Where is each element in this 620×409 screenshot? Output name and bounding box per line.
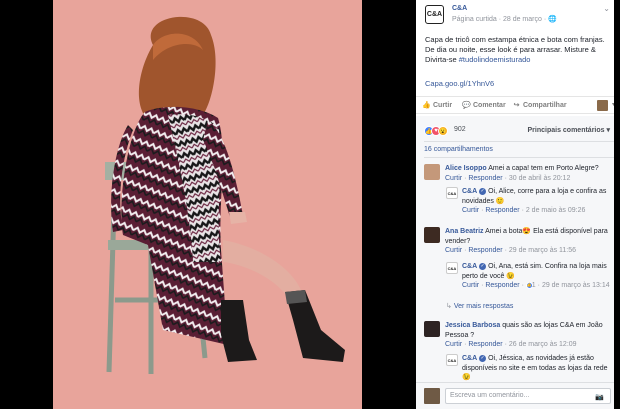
commenter-name[interactable]: C&A [462, 188, 477, 195]
comment-button[interactable]: 💬 Comentar [462, 101, 506, 109]
like-label: Curtir [433, 102, 453, 109]
reply: C&A ✓ Oi, Alice, corre para a loja e con… [462, 187, 607, 214]
scrollbar[interactable] [614, 0, 620, 409]
reaction-count[interactable]: 902 [454, 126, 466, 133]
post-panel: C&A C&A Página curtida · 28 de março · 🌐… [416, 0, 620, 409]
post-header: C&A C&A Página curtida · 28 de março · 🌐… [416, 0, 620, 28]
verified-icon: ✓ [479, 187, 487, 195]
reactions[interactable]: 👍 ♥ 😮 [424, 125, 448, 137]
fashion-photo-illustration [105, 16, 345, 374]
like-button[interactable]: 👍 Curtir [422, 101, 452, 109]
shares-count[interactable]: 16 compartilhamentos [424, 146, 493, 153]
chevron-down-icon[interactable]: ⌄ [603, 4, 610, 13]
viewer-stage: C&A C&A Página curtida · 28 de março · 🌐… [0, 0, 620, 409]
page-avatar[interactable]: C&A [446, 187, 458, 199]
reply: C&A ✓ Oi, Ana, está sim. Confira na loja… [462, 262, 610, 289]
commenter-name[interactable]: Jessica Barbosa [445, 322, 500, 329]
user-avatar [424, 388, 440, 404]
more-replies-label[interactable]: Ver mais respostas [454, 303, 514, 310]
reply: C&A ✓ Oi, Jéssica, as novidades já estão… [462, 354, 614, 383]
wow-reaction-icon: 😮 [438, 126, 448, 136]
post-photo[interactable] [53, 0, 362, 409]
share-label: Compartilhar [523, 102, 567, 109]
comment-label: Comentar [473, 102, 506, 109]
avatar[interactable] [424, 321, 440, 337]
hair [138, 16, 216, 121]
divider [424, 157, 614, 158]
comment: Jessica Barbosa quais são as lojas C&A e… [445, 322, 603, 348]
comment-like-link[interactable]: Curtir [445, 175, 462, 182]
comment-like-link[interactable]: Curtir [445, 341, 462, 348]
comment-time[interactable]: 29 de março às 13:14 [542, 282, 610, 289]
comment-like-link[interactable]: Curtir [462, 207, 479, 214]
divider [424, 141, 614, 142]
post-hashtag[interactable]: #tudolindoemisturado [459, 55, 531, 64]
commenter-name[interactable]: C&A [462, 355, 477, 362]
share-icon: ↪ [513, 102, 520, 109]
comment-placeholder: Escreva um comentário... [450, 392, 530, 399]
comment-time[interactable]: 30 de abril às 20:12 [509, 175, 571, 182]
comment-likes[interactable]: 1 [532, 282, 536, 289]
verified-icon: ✓ [479, 354, 487, 362]
thumbs-up-icon: 👍 [422, 102, 431, 109]
actor-avatar[interactable] [597, 100, 608, 111]
commenter-name[interactable]: Alice Isoppo [445, 165, 487, 172]
comment-time[interactable]: 2 de maio às 09:26 [526, 207, 586, 214]
comment-input[interactable]: Escreva um comentário... 📷 [445, 388, 611, 404]
action-bar: 👍Curtir 💬Comentar ↪Compartilhar ▾ [416, 96, 620, 114]
comment-time[interactable]: 29 de março às 11:56 [509, 247, 576, 254]
avatar[interactable] [424, 227, 440, 243]
more-replies-link[interactable]: ↳ Ver mais respostas [446, 302, 513, 312]
post-text: Capa de tricô com estampa étnica e bota … [425, 35, 615, 65]
comment-reply-link[interactable]: Responder [468, 341, 502, 348]
post-meta: Página curtida · 28 de março · 🌐 [452, 16, 557, 23]
post-link[interactable]: Capa.goo.gl/1YhnV6 [425, 79, 494, 88]
comment: Alice Isoppo Amei a capa! tem em Porto A… [445, 165, 599, 182]
comment-reply-link[interactable]: Responder [485, 207, 519, 214]
reply-arrow-icon: ↳ [446, 303, 454, 310]
commenter-name[interactable]: Ana Beatriz [445, 228, 484, 235]
comment-icon: 💬 [462, 102, 471, 109]
comment-reply-link[interactable]: Responder [468, 175, 502, 182]
comment-like-link[interactable]: Curtir [462, 282, 479, 289]
comment-text: Amei a capa! tem em Porto Alegre? [488, 165, 599, 172]
comment-reply-link[interactable]: Responder [485, 282, 519, 289]
comment-composer: Escreva um comentário... 📷 [416, 382, 620, 409]
share-button[interactable]: ↪ Compartilhar [512, 101, 567, 109]
avatar[interactable] [424, 164, 440, 180]
comment-reply-link[interactable]: Responder [468, 247, 502, 254]
commenter-name[interactable]: C&A [462, 263, 477, 270]
page-name[interactable]: C&A [452, 5, 467, 12]
verified-icon: ✓ [479, 262, 487, 270]
page-avatar[interactable]: C&A [446, 354, 458, 366]
camera-icon[interactable]: 📷 [595, 391, 604, 405]
comment-sort-dropdown[interactable]: Principais comentários ▾ [528, 126, 611, 134]
page-logo[interactable]: C&A [425, 5, 444, 24]
comment: Ana Beatriz Amei a bota😍 Ela está dispon… [445, 228, 608, 254]
comment-time[interactable]: 26 de março às 12:09 [509, 341, 577, 348]
comment-like-link[interactable]: Curtir [445, 247, 462, 254]
boot-left [221, 300, 257, 362]
page-avatar[interactable]: C&A [446, 262, 458, 274]
